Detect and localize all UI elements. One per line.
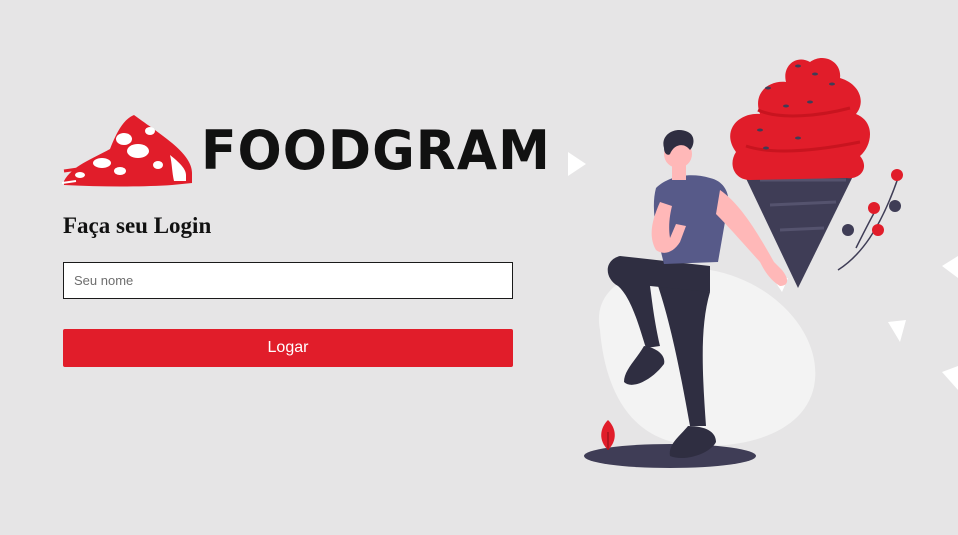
brand-name: FOODGRAM [201,119,551,182]
person-with-ice-cream-illustration [568,57,958,468]
name-input[interactable] [63,262,513,299]
login-title: Faça seu Login [63,213,212,238]
login-button[interactable]: Logar [63,329,513,367]
login-page: FOODGRAM Faça seu Login Logar [0,0,958,535]
pizza-slice-icon [62,114,192,186]
brand-logo: FOODGRAM [62,108,550,193]
